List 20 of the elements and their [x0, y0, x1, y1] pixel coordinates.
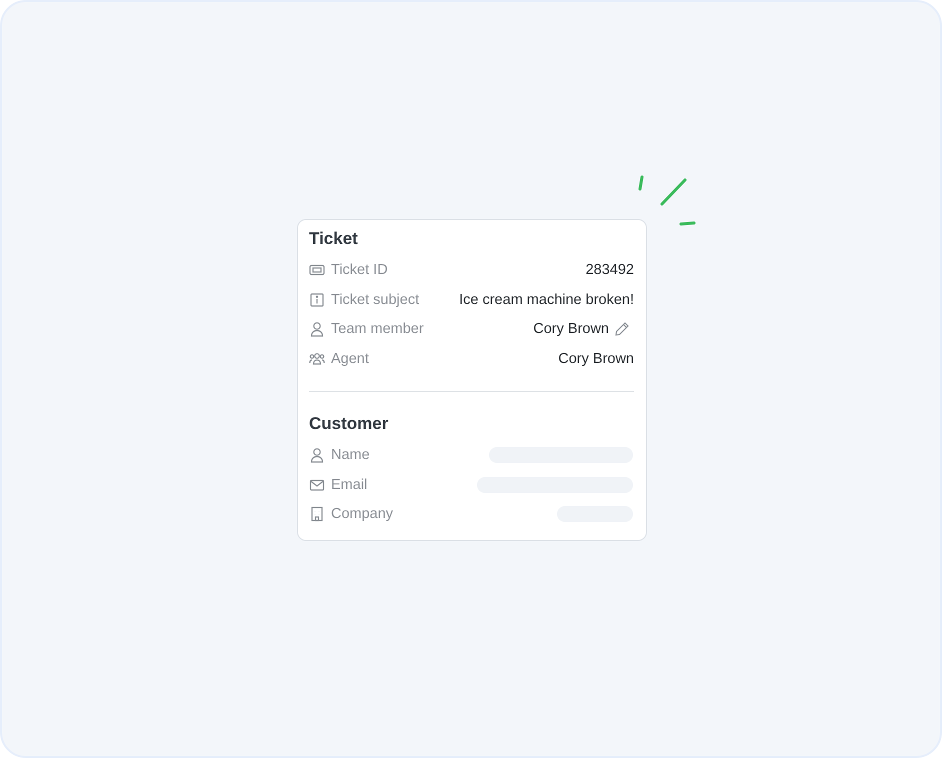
field-label: Team member — [331, 321, 424, 337]
section-title: Ticket — [309, 229, 359, 250]
field-value: Cory Brown — [533, 321, 609, 337]
field-label: Name — [331, 447, 370, 463]
field-value: 283492 — [586, 262, 634, 278]
building-icon — [309, 506, 325, 522]
ticket-icon — [309, 262, 325, 278]
field-label: Ticket ID — [331, 262, 388, 278]
field-label: Ticket subject — [331, 292, 420, 308]
pencil-icon[interactable] — [614, 321, 630, 337]
field-value: Cory Brown — [558, 350, 634, 366]
field-label: Email — [331, 476, 368, 492]
user-icon — [309, 321, 325, 337]
user-icon — [309, 447, 325, 463]
field-value: Ice cream machine broken! — [459, 292, 634, 308]
group-icon — [309, 350, 325, 366]
section-title: Customer — [309, 414, 390, 434]
field-label: Company — [331, 506, 394, 522]
field-label: Agent — [331, 350, 369, 366]
info-icon — [309, 292, 325, 308]
